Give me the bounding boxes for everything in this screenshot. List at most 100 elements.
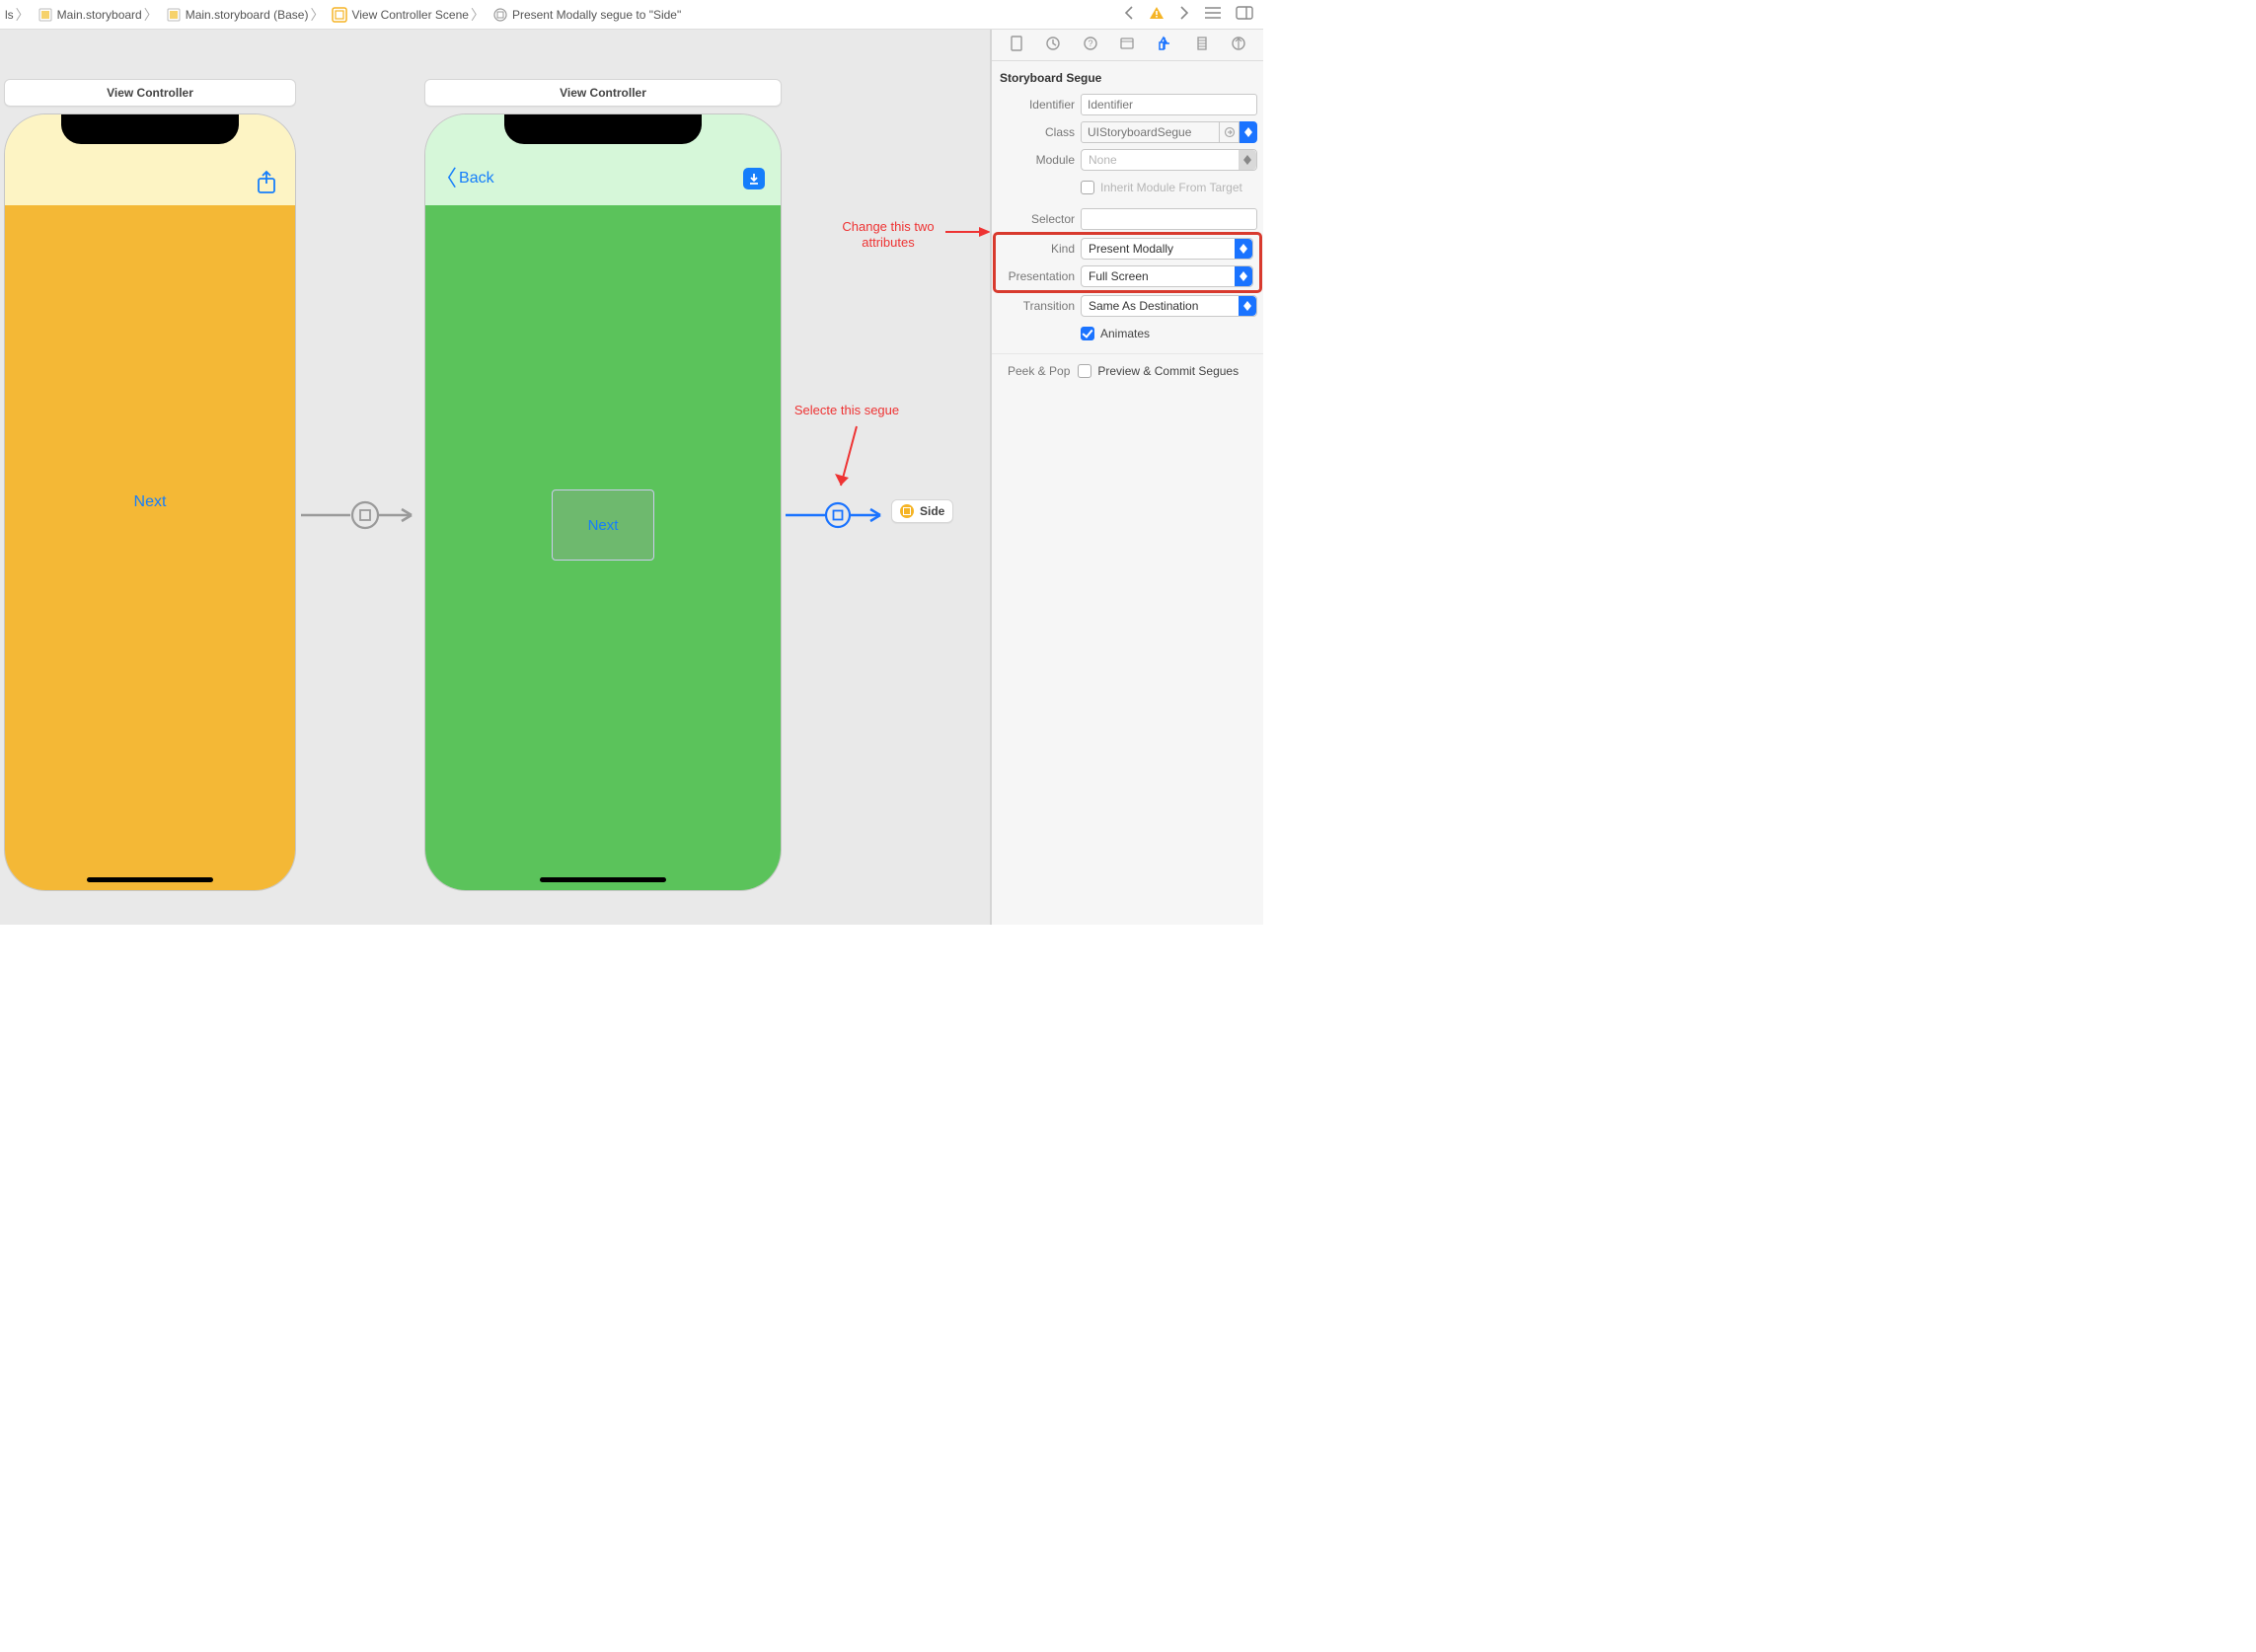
identifier-input[interactable] — [1081, 94, 1257, 115]
identifier-label: Identifier — [992, 98, 1075, 112]
annotation-change-attrs: Change this two attributes — [819, 219, 957, 252]
back-button[interactable]: 〈 Back — [435, 170, 494, 188]
scene-reference-icon — [900, 504, 914, 518]
selector-label: Selector — [992, 212, 1075, 226]
scene-titlebar[interactable]: View Controller — [4, 79, 296, 107]
file-inspector-tab[interactable] — [1005, 33, 1028, 57]
device-notch — [61, 114, 239, 144]
scene-reference-side[interactable]: Side — [891, 499, 953, 523]
connections-inspector-tab[interactable] — [1227, 33, 1250, 57]
container-view[interactable]: Next — [552, 489, 654, 561]
chevron-right-icon: 〉 — [14, 5, 32, 25]
stepper-icon — [1239, 296, 1256, 316]
jump-bar: ls 〉 Main.storyboard 〉 Main.storyboard (… — [0, 0, 1263, 30]
row-inherit: Inherit Module From Target — [992, 174, 1263, 201]
animates-label: Animates — [1100, 327, 1150, 340]
highlighted-attributes: Kind Present Modally Presentation — [996, 235, 1259, 290]
row-kind: Kind Present Modally — [996, 235, 1259, 263]
jump-bar-actions — [1119, 0, 1263, 29]
device-notch — [504, 114, 702, 144]
storyboard-file-icon — [38, 7, 53, 23]
animates-checkbox[interactable]: Animates — [1081, 323, 1257, 344]
nav-back-button[interactable] — [1119, 4, 1139, 25]
outline-toggle-button[interactable] — [1200, 4, 1226, 25]
chevron-right-icon: 〉 — [308, 5, 326, 25]
device-frame: 〈 Back Next — [424, 113, 782, 891]
crumb-label: View Controller Scene — [351, 8, 469, 22]
row-presentation: Presentation Full Screen — [996, 263, 1259, 290]
scene-reference-label: Side — [920, 504, 944, 518]
crumb-label: Main.storyboard (Base) — [186, 8, 309, 22]
storyboard-canvas[interactable]: View Controller Next Vie — [0, 30, 991, 925]
class-jump-button[interactable] — [1220, 121, 1240, 143]
section-title: Storyboard Segue — [992, 67, 1263, 91]
checkbox-icon — [1078, 364, 1091, 378]
chevron-right-icon: 〉 — [469, 5, 487, 25]
segue-arrow-gray[interactable] — [301, 500, 421, 530]
segue-arrow-selected[interactable] — [786, 500, 888, 530]
module-label: Module — [992, 153, 1075, 167]
crumb-segue[interactable]: Present Modally segue to "Side" — [489, 7, 684, 23]
adjust-editor-button[interactable] — [1232, 4, 1257, 25]
checkbox-icon — [1081, 181, 1094, 194]
class-stepper[interactable] — [1240, 121, 1257, 143]
view-body — [5, 205, 295, 890]
checkbox-checked-icon — [1081, 327, 1094, 340]
device-frame: Next — [4, 113, 296, 891]
next-button[interactable]: Next — [134, 493, 167, 511]
inherit-label: Inherit Module From Target — [1100, 181, 1242, 194]
kind-select[interactable]: Present Modally — [1081, 238, 1253, 260]
crumb-file[interactable]: Main.storyboard 〉 — [35, 5, 163, 25]
storyboard-file-icon — [166, 7, 182, 23]
nav-forward-button[interactable] — [1174, 4, 1194, 25]
inspector-panel: ? Storyboard Segue Identifier Class — [991, 30, 1263, 925]
scene-title: View Controller — [560, 86, 646, 100]
download-icon[interactable] — [743, 168, 765, 189]
row-class: Class — [992, 118, 1263, 146]
crumb-base[interactable]: Main.storyboard (Base) 〉 — [163, 5, 330, 25]
transition-label: Transition — [992, 299, 1075, 313]
row-selector: Selector — [992, 205, 1263, 233]
selector-input[interactable] — [1081, 208, 1257, 230]
inspector-body: Storyboard Segue Identifier Class — [992, 61, 1263, 398]
home-indicator — [540, 877, 666, 882]
crumb-label: Present Modally segue to "Side" — [512, 8, 681, 22]
crumb-scene[interactable]: View Controller Scene 〉 — [329, 5, 489, 25]
attributes-inspector-tab[interactable] — [1153, 33, 1176, 57]
history-inspector-tab[interactable] — [1041, 33, 1065, 57]
presentation-label: Presentation — [996, 269, 1075, 283]
crumb-label: ls — [5, 8, 14, 22]
row-transition: Transition Same As Destination — [992, 292, 1263, 320]
svg-text:?: ? — [1088, 38, 1092, 48]
scene-icon — [332, 7, 347, 23]
class-label: Class — [992, 125, 1075, 139]
crumb-partial[interactable]: ls 〉 — [2, 5, 35, 25]
stepper-icon — [1239, 150, 1256, 170]
stepper-icon — [1235, 239, 1252, 259]
peekpop-label: Peek & Pop — [1008, 364, 1070, 378]
size-inspector-tab[interactable] — [1190, 33, 1214, 57]
next-button-label: Next — [588, 517, 619, 534]
peekpop-value-label: Preview & Commit Segues — [1097, 364, 1239, 378]
inherit-checkbox[interactable]: Inherit Module From Target — [1081, 177, 1257, 198]
view-controller-1[interactable]: View Controller Next — [4, 79, 296, 891]
class-input[interactable] — [1081, 121, 1220, 143]
peekpop-checkbox[interactable]: Preview & Commit Segues — [1078, 360, 1239, 382]
transition-select[interactable]: Same As Destination — [1081, 295, 1257, 317]
row-peek-pop: Peek & Pop Preview & Commit Segues — [992, 353, 1263, 388]
inspector-tabs: ? — [992, 30, 1263, 61]
home-indicator — [87, 877, 213, 882]
row-animates: Animates — [992, 320, 1263, 347]
module-select[interactable]: None — [1081, 149, 1257, 171]
issue-warning-icon[interactable] — [1145, 4, 1168, 25]
presentation-select[interactable]: Full Screen — [1081, 265, 1253, 287]
annotation-select-segue: Selecte this segue — [778, 403, 916, 418]
share-icon[interactable] — [256, 170, 277, 198]
row-identifier: Identifier — [992, 91, 1263, 118]
chevron-right-icon: 〉 — [142, 5, 160, 25]
scene-titlebar[interactable]: View Controller — [424, 79, 782, 107]
breadcrumb: ls 〉 Main.storyboard 〉 Main.storyboard (… — [0, 0, 1119, 29]
help-inspector-tab[interactable]: ? — [1079, 33, 1102, 57]
identity-inspector-tab[interactable] — [1115, 33, 1139, 57]
view-controller-2[interactable]: View Controller 〈 Back Next — [424, 79, 782, 891]
